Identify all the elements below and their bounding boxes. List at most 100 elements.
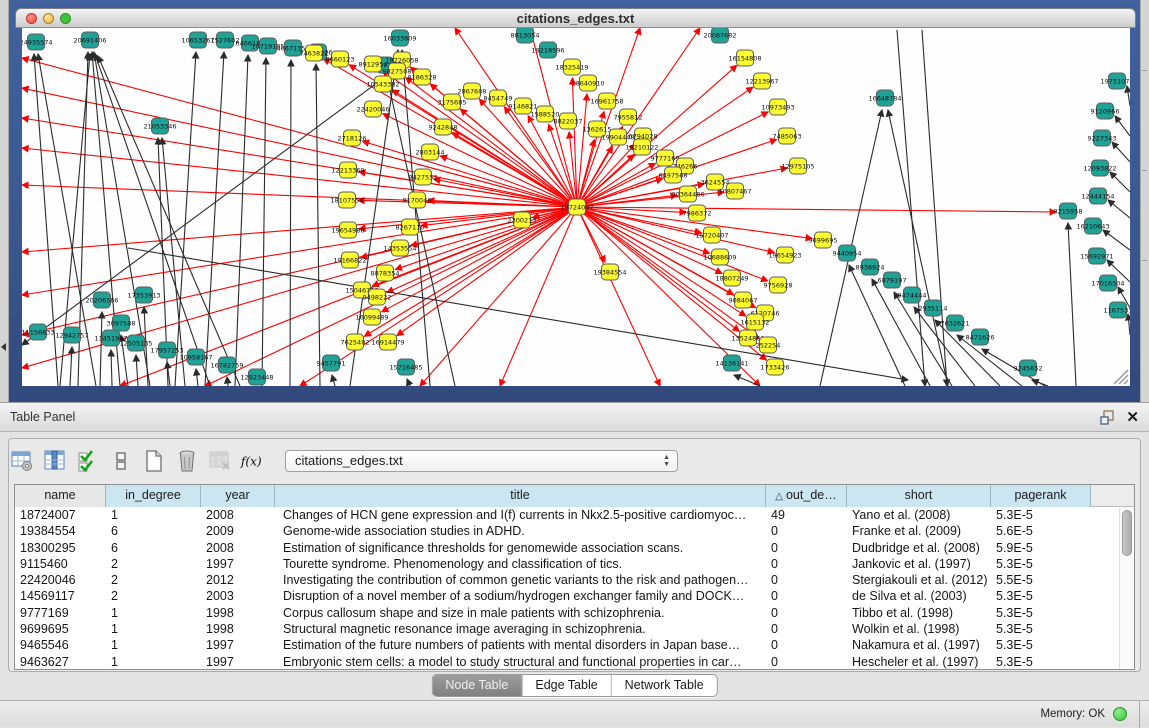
delete-table-icon[interactable] [173, 447, 201, 475]
table-options-icon[interactable] [8, 447, 36, 475]
table-cell[interactable]: Investigating the contribution of common… [275, 572, 766, 588]
table-cell[interactable]: 9463627 [15, 654, 106, 670]
collapse-arrow-icon[interactable] [1, 343, 6, 351]
table-cell[interactable]: 5.3E-5 [991, 507, 1091, 523]
table-cell[interactable]: Tourette syndrome. Phenomenology and cla… [275, 556, 766, 572]
table-cell[interactable]: 5.9E-5 [991, 540, 1091, 556]
tab-node-table[interactable]: Node Table [432, 675, 521, 696]
table-cell[interactable]: 5.3E-5 [991, 605, 1091, 621]
table-cell[interactable]: Estimation of significance thresholds fo… [275, 540, 766, 556]
table-cell[interactable]: 5.3E-5 [991, 637, 1091, 653]
table-cell[interactable]: 1 [106, 621, 201, 637]
table-row[interactable]: 911546021997Tourette syndrome. Phenomeno… [15, 556, 1134, 572]
table-cell[interactable]: 2 [106, 572, 201, 588]
memory-status-indicator[interactable] [1113, 707, 1127, 721]
table-cell[interactable]: Yano et al. (2008) [847, 507, 991, 523]
table-cell[interactable]: 1997 [201, 654, 275, 670]
table-cell[interactable]: 1 [106, 654, 201, 670]
table-cell[interactable]: 1998 [201, 605, 275, 621]
table-cell[interactable]: 9699695 [15, 621, 106, 637]
table-cell[interactable]: 2003 [201, 588, 275, 604]
table-row[interactable]: 1938455462009Genome-wide association stu… [15, 523, 1134, 539]
table-cell[interactable]: 0 [766, 605, 847, 621]
table-cell[interactable]: Embryonic stem cells: a model to study s… [275, 654, 766, 670]
column-header-year[interactable]: year [201, 485, 275, 507]
column-header-title[interactable]: title [275, 485, 766, 507]
table-cell[interactable]: 5.3E-5 [991, 556, 1091, 572]
table-cell[interactable]: Dudbridge et al. (2008) [847, 540, 991, 556]
table-cell[interactable]: 0 [766, 523, 847, 539]
table-cell[interactable]: de Silva et al. (2003) [847, 588, 991, 604]
column-header-out-degree[interactable]: △out_de… [766, 485, 847, 507]
table-cell[interactable]: 18724007 [15, 507, 106, 523]
table-cell[interactable]: Structural magnetic resonance image aver… [275, 621, 766, 637]
column-header-short[interactable]: short [847, 485, 991, 507]
table-cell[interactable]: Corpus callosum shape and size in male p… [275, 605, 766, 621]
unselect-rows-icon[interactable] [107, 447, 135, 475]
new-table-icon[interactable] [140, 447, 168, 475]
table-row[interactable]: 946554611997Estimation of the future num… [15, 637, 1134, 653]
function-builder-icon[interactable]: f(x) [239, 447, 267, 475]
table-cell[interactable]: 1 [106, 507, 201, 523]
table-cell[interactable]: Stergiakouli et al. (2012) [847, 572, 991, 588]
table-cell[interactable]: 22420046 [15, 572, 106, 588]
table-cell[interactable]: 6 [106, 523, 201, 539]
table-row[interactable]: 946362711997Embryonic stem cells: a mode… [15, 654, 1134, 670]
table-cell[interactable]: 18300295 [15, 540, 106, 556]
network-view[interactable]: 1872400724935574206914061065326715276026… [22, 28, 1130, 386]
table-cell[interactable]: 14569117 [15, 588, 106, 604]
table-cell[interactable]: 2012 [201, 572, 275, 588]
table-cell[interactable]: 2009 [201, 523, 275, 539]
table-cell[interactable]: 1997 [201, 637, 275, 653]
scrollbar-thumb[interactable] [1122, 510, 1132, 556]
table-cell[interactable]: 2 [106, 588, 201, 604]
table-row[interactable]: 977716911998Corpus callosum shape and si… [15, 605, 1134, 621]
table-cell[interactable]: Jankovic et al. (1997) [847, 556, 991, 572]
network-canvas[interactable]: 1872400724935574206914061065326715276026… [22, 28, 1130, 386]
table-cell[interactable]: 6 [106, 540, 201, 556]
table-cell[interactable]: 5.6E-5 [991, 523, 1091, 539]
table-cell[interactable]: 5.3E-5 [991, 588, 1091, 604]
table-cell[interactable]: 0 [766, 540, 847, 556]
table-cell[interactable]: Hescheler et al. (1997) [847, 654, 991, 670]
table-cell[interactable]: 0 [766, 556, 847, 572]
select-rows-icon[interactable] [74, 447, 102, 475]
tab-network-table[interactable]: Network Table [611, 675, 717, 696]
table-row[interactable]: 1872400712008Changes of HCN gene express… [15, 507, 1134, 523]
table-row[interactable]: 1456911722003Disruption of a novel membe… [15, 588, 1134, 604]
window-titlebar[interactable]: citations_edges.txt [15, 8, 1136, 28]
table-cell[interactable]: Wolkin et al. (1998) [847, 621, 991, 637]
table-cell[interactable]: 1 [106, 605, 201, 621]
table-cell[interactable]: 2008 [201, 540, 275, 556]
table-cell[interactable]: 1997 [201, 556, 275, 572]
table-row[interactable]: 2242004622012Investigating the contribut… [15, 572, 1134, 588]
table-cell[interactable]: Changes of HCN gene expression and I(f) … [275, 507, 766, 523]
table-cell[interactable]: 9465546 [15, 637, 106, 653]
table-cell[interactable]: 19384554 [15, 523, 106, 539]
table-source-select[interactable]: citations_edges.txt ▲▼ [285, 450, 678, 472]
table-row[interactable]: 1830029562008Estimation of significance … [15, 540, 1134, 556]
table-cell[interactable]: 49 [766, 507, 847, 523]
table-cell[interactable]: 0 [766, 588, 847, 604]
table-cell[interactable]: 0 [766, 621, 847, 637]
float-panel-icon[interactable] [1100, 410, 1115, 425]
table-body[interactable]: 1872400712008Changes of HCN gene express… [15, 507, 1134, 669]
resize-grip-icon[interactable] [1114, 370, 1128, 384]
table-row[interactable]: 969969511998Structural magnetic resonanc… [15, 621, 1134, 637]
table-vertical-scrollbar[interactable] [1119, 508, 1133, 670]
table-cell[interactable]: 0 [766, 637, 847, 653]
table-cell[interactable]: 1 [106, 637, 201, 653]
table-cell[interactable]: 0 [766, 572, 847, 588]
table-cell[interactable]: 9777169 [15, 605, 106, 621]
table-cell[interactable]: 5.3E-5 [991, 621, 1091, 637]
table-cell[interactable]: 0 [766, 654, 847, 670]
column-header-name[interactable]: name [15, 485, 106, 507]
table-cell[interactable]: 5.5E-5 [991, 572, 1091, 588]
table-cell[interactable]: Tibbo et al. (1998) [847, 605, 991, 621]
column-header-pagerank[interactable]: pagerank [991, 485, 1091, 507]
table-cell[interactable]: 2008 [201, 507, 275, 523]
table-cell[interactable]: Disruption of a novel member of a sodium… [275, 588, 766, 604]
table-cell[interactable]: 9115460 [15, 556, 106, 572]
show-columns-icon[interactable] [41, 447, 69, 475]
close-panel-icon[interactable]: ✕ [1126, 408, 1139, 426]
